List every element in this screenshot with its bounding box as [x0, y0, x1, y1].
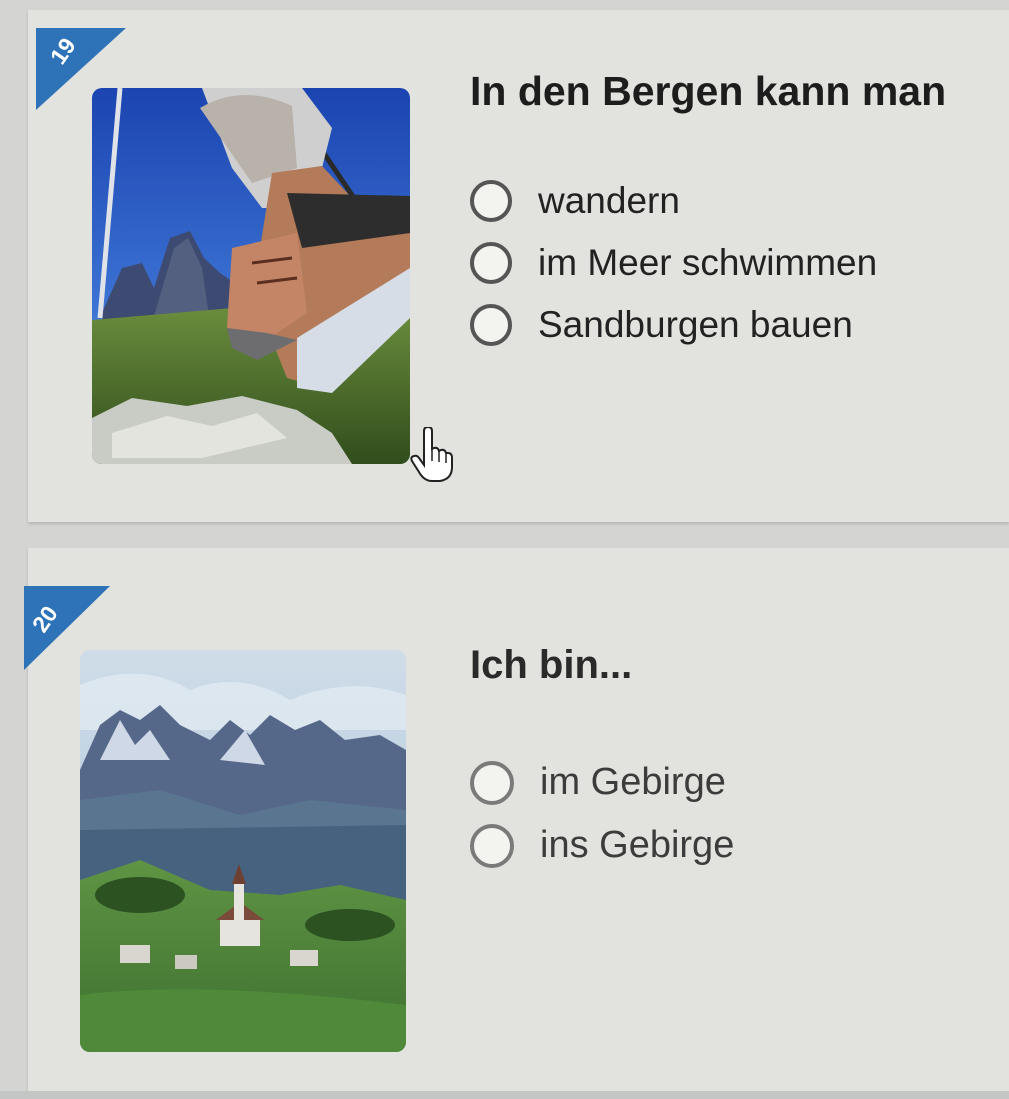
mountain-village-photo — [80, 650, 406, 1052]
answer-option-im-meer-schwimmen[interactable]: im Meer schwimmen — [470, 232, 877, 294]
answer-option-im-gebirge[interactable]: im Gebirge — [470, 751, 734, 814]
answer-option-wandern[interactable]: wandern — [470, 170, 877, 232]
bottom-divider — [0, 1091, 1009, 1099]
answer-option-ins-gebirge[interactable]: ins Gebirge — [470, 814, 734, 877]
question-card-20: 20 Ich bin... im Gebirge ins Gebirge — [24, 548, 1009, 1099]
hand-pointer-icon — [410, 425, 454, 488]
question-card-19: 19 In den Bergen kann man wandern im Mee… — [28, 10, 1009, 522]
hiking-boots-photo — [92, 88, 410, 464]
question-prompt: In den Bergen kann man — [470, 68, 947, 114]
radio-button[interactable] — [470, 823, 514, 868]
option-label: im Gebirge — [540, 761, 726, 803]
radio-button[interactable] — [470, 180, 512, 222]
option-label: im Meer schwimmen — [538, 242, 878, 283]
answer-options: wandern im Meer schwimmen Sandburgen bau… — [470, 170, 877, 356]
question-prompt: Ich bin... — [470, 643, 633, 687]
answer-options: im Gebirge ins Gebirge — [470, 751, 734, 877]
answer-option-sandburgen-bauen[interactable]: Sandburgen bauen — [470, 294, 877, 356]
option-label: wandern — [538, 180, 680, 221]
radio-button[interactable] — [470, 760, 514, 805]
option-label: Sandburgen bauen — [538, 304, 853, 345]
option-label: ins Gebirge — [540, 824, 735, 866]
radio-button[interactable] — [470, 242, 512, 284]
radio-button[interactable] — [470, 304, 512, 346]
